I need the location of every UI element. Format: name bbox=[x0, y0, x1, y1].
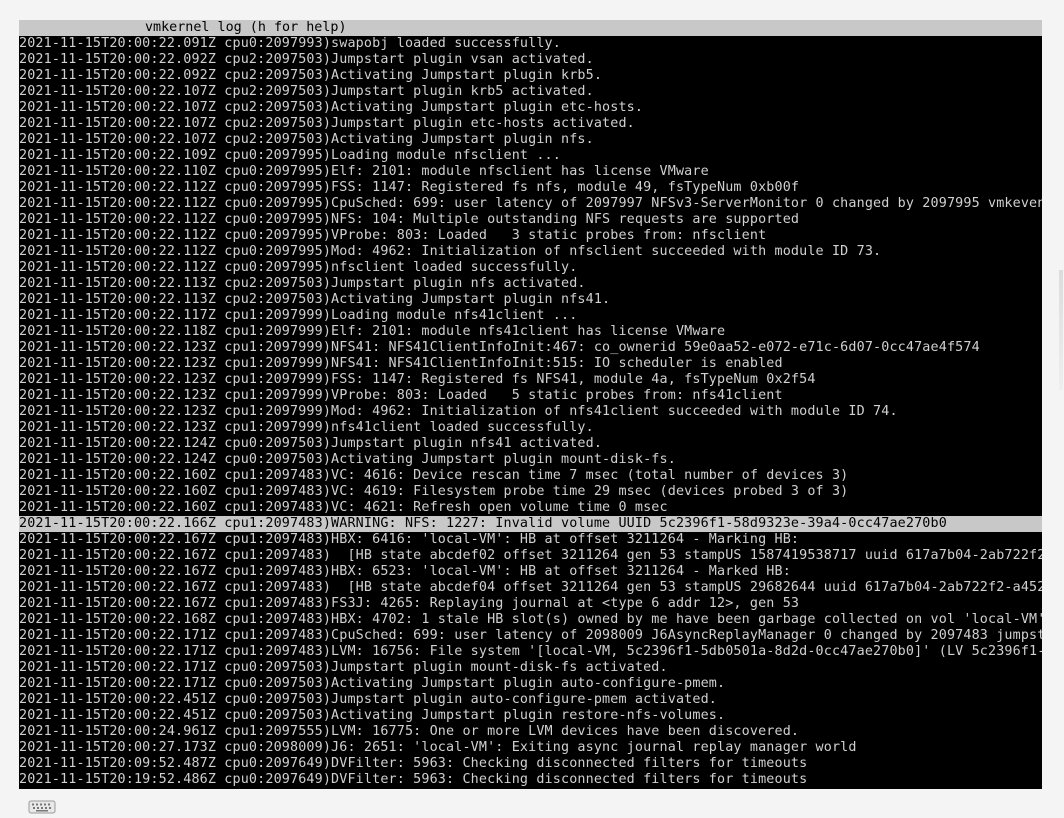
log-line[interactable]: 2021-11-15T20:00:22.112Z cpu0:2097995)VP… bbox=[19, 228, 1042, 244]
log-line[interactable]: 2021-11-15T20:00:22.107Z cpu2:2097503)Ac… bbox=[19, 100, 1042, 116]
log-line[interactable]: 2021-11-15T20:00:22.160Z cpu1:2097483)VC… bbox=[19, 468, 1042, 484]
keyboard-icon bbox=[28, 800, 56, 814]
log-line[interactable]: 2021-11-15T20:00:22.113Z cpu2:2097503)Ac… bbox=[19, 292, 1042, 308]
log-line[interactable]: 2021-11-15T20:00:22.112Z cpu0:2097995)nf… bbox=[19, 260, 1042, 276]
log-line[interactable]: 2021-11-15T20:00:22.171Z cpu0:2097503)Ju… bbox=[19, 660, 1042, 676]
log-line[interactable]: 2021-11-15T20:00:22.123Z cpu1:2097999)NF… bbox=[19, 356, 1042, 372]
log-line[interactable]: 2021-11-15T20:00:22.123Z cpu1:2097999)Mo… bbox=[19, 404, 1042, 420]
log-line[interactable]: 2021-11-15T20:00:22.113Z cpu2:2097503)Ju… bbox=[19, 276, 1042, 292]
log-line[interactable]: 2021-11-15T20:00:22.109Z cpu0:2097995)Lo… bbox=[19, 148, 1042, 164]
log-line[interactable]: 2021-11-15T20:00:22.160Z cpu1:2097483)VC… bbox=[19, 500, 1042, 516]
log-lines[interactable]: 2021-11-15T20:00:22.091Z cpu0:2097993)sw… bbox=[19, 36, 1042, 788]
window-scroll-edge[interactable] bbox=[1059, 270, 1063, 390]
log-line[interactable]: 2021-11-15T20:00:22.117Z cpu1:2097999)Lo… bbox=[19, 308, 1042, 324]
log-line[interactable]: 2021-11-15T20:00:22.107Z cpu2:2097503)Ju… bbox=[19, 84, 1042, 100]
log-line[interactable]: 2021-11-15T20:00:22.167Z cpu1:2097483) [… bbox=[19, 580, 1042, 596]
log-line[interactable]: 2021-11-15T20:00:22.171Z cpu1:2097483)LV… bbox=[19, 644, 1042, 660]
log-line[interactable]: 2021-11-15T20:19:52.486Z cpu0:2097649)DV… bbox=[19, 772, 1042, 788]
log-line[interactable]: 2021-11-15T20:00:22.091Z cpu0:2097993)sw… bbox=[19, 36, 1042, 52]
log-line[interactable]: 2021-11-15T20:00:22.123Z cpu1:2097999)VP… bbox=[19, 388, 1042, 404]
log-line[interactable]: 2021-11-15T20:00:22.167Z cpu1:2097483)FS… bbox=[19, 596, 1042, 612]
log-line[interactable]: 2021-11-15T20:00:24.961Z cpu1:2097555)LV… bbox=[19, 724, 1042, 740]
log-line[interactable]: 2021-11-15T20:00:22.123Z cpu1:2097999)NF… bbox=[19, 340, 1042, 356]
log-line[interactable]: 2021-11-15T20:00:22.451Z cpu0:2097503)Ac… bbox=[19, 708, 1042, 724]
keyboard-button[interactable] bbox=[28, 800, 56, 814]
log-line[interactable]: 2021-11-15T20:00:27.173Z cpu0:2098009)J6… bbox=[19, 740, 1042, 756]
log-line[interactable]: 2021-11-15T20:00:22.112Z cpu0:2097995)FS… bbox=[19, 180, 1042, 196]
log-line[interactable]: 2021-11-15T20:00:22.167Z cpu1:2097483) [… bbox=[19, 548, 1042, 564]
log-line[interactable]: 2021-11-15T20:00:22.123Z cpu1:2097999)nf… bbox=[19, 420, 1042, 436]
log-line[interactable]: 2021-11-15T20:00:22.124Z cpu0:2097503)Ac… bbox=[19, 452, 1042, 468]
log-line[interactable]: 2021-11-15T20:00:22.110Z cpu0:2097995)El… bbox=[19, 164, 1042, 180]
log-line[interactable]: 2021-11-15T20:00:22.167Z cpu1:2097483)HB… bbox=[19, 564, 1042, 580]
log-line[interactable]: 2021-11-15T20:09:52.487Z cpu0:2097649)DV… bbox=[19, 756, 1042, 772]
log-line[interactable]: 2021-11-15T20:00:22.124Z cpu0:2097503)Ju… bbox=[19, 436, 1042, 452]
log-title: vmkernel log (h for help) bbox=[145, 20, 347, 35]
log-line-selected[interactable]: 2021-11-15T20:00:22.166Z cpu1:2097483)WA… bbox=[19, 516, 1042, 532]
log-line[interactable]: 2021-11-15T20:00:22.112Z cpu0:2097995)Mo… bbox=[19, 244, 1042, 260]
log-line[interactable]: 2021-11-15T20:00:22.167Z cpu1:2097483)HB… bbox=[19, 532, 1042, 548]
log-line[interactable]: 2021-11-15T20:00:22.107Z cpu2:2097503)Ac… bbox=[19, 132, 1042, 148]
log-title-bar: vmkernel log (h for help) bbox=[19, 20, 1042, 36]
log-line[interactable]: 2021-11-15T20:00:22.092Z cpu2:2097503)Ju… bbox=[19, 52, 1042, 68]
log-line[interactable]: 2021-11-15T20:00:22.171Z cpu0:2097503)Ac… bbox=[19, 676, 1042, 692]
log-line[interactable]: 2021-11-15T20:00:22.171Z cpu1:2097483)Cp… bbox=[19, 628, 1042, 644]
log-line[interactable]: 2021-11-15T20:00:22.092Z cpu2:2097503)Ac… bbox=[19, 68, 1042, 84]
vmkernel-log-console[interactable]: vmkernel log (h for help) 2021-11-15T20:… bbox=[19, 20, 1042, 789]
log-line[interactable]: 2021-11-15T20:00:22.112Z cpu0:2097995)NF… bbox=[19, 212, 1042, 228]
log-line[interactable]: 2021-11-15T20:00:22.160Z cpu1:2097483)VC… bbox=[19, 484, 1042, 500]
log-line[interactable]: 2021-11-15T20:00:22.123Z cpu1:2097999)FS… bbox=[19, 372, 1042, 388]
log-line[interactable]: 2021-11-15T20:00:22.112Z cpu0:2097995)Cp… bbox=[19, 196, 1042, 212]
log-line[interactable]: 2021-11-15T20:00:22.118Z cpu1:2097999)El… bbox=[19, 324, 1042, 340]
log-line[interactable]: 2021-11-15T20:00:22.168Z cpu1:2097483)HB… bbox=[19, 612, 1042, 628]
log-line[interactable]: 2021-11-15T20:00:22.451Z cpu0:2097503)Ju… bbox=[19, 692, 1042, 708]
log-line[interactable]: 2021-11-15T20:00:22.107Z cpu2:2097503)Ju… bbox=[19, 116, 1042, 132]
